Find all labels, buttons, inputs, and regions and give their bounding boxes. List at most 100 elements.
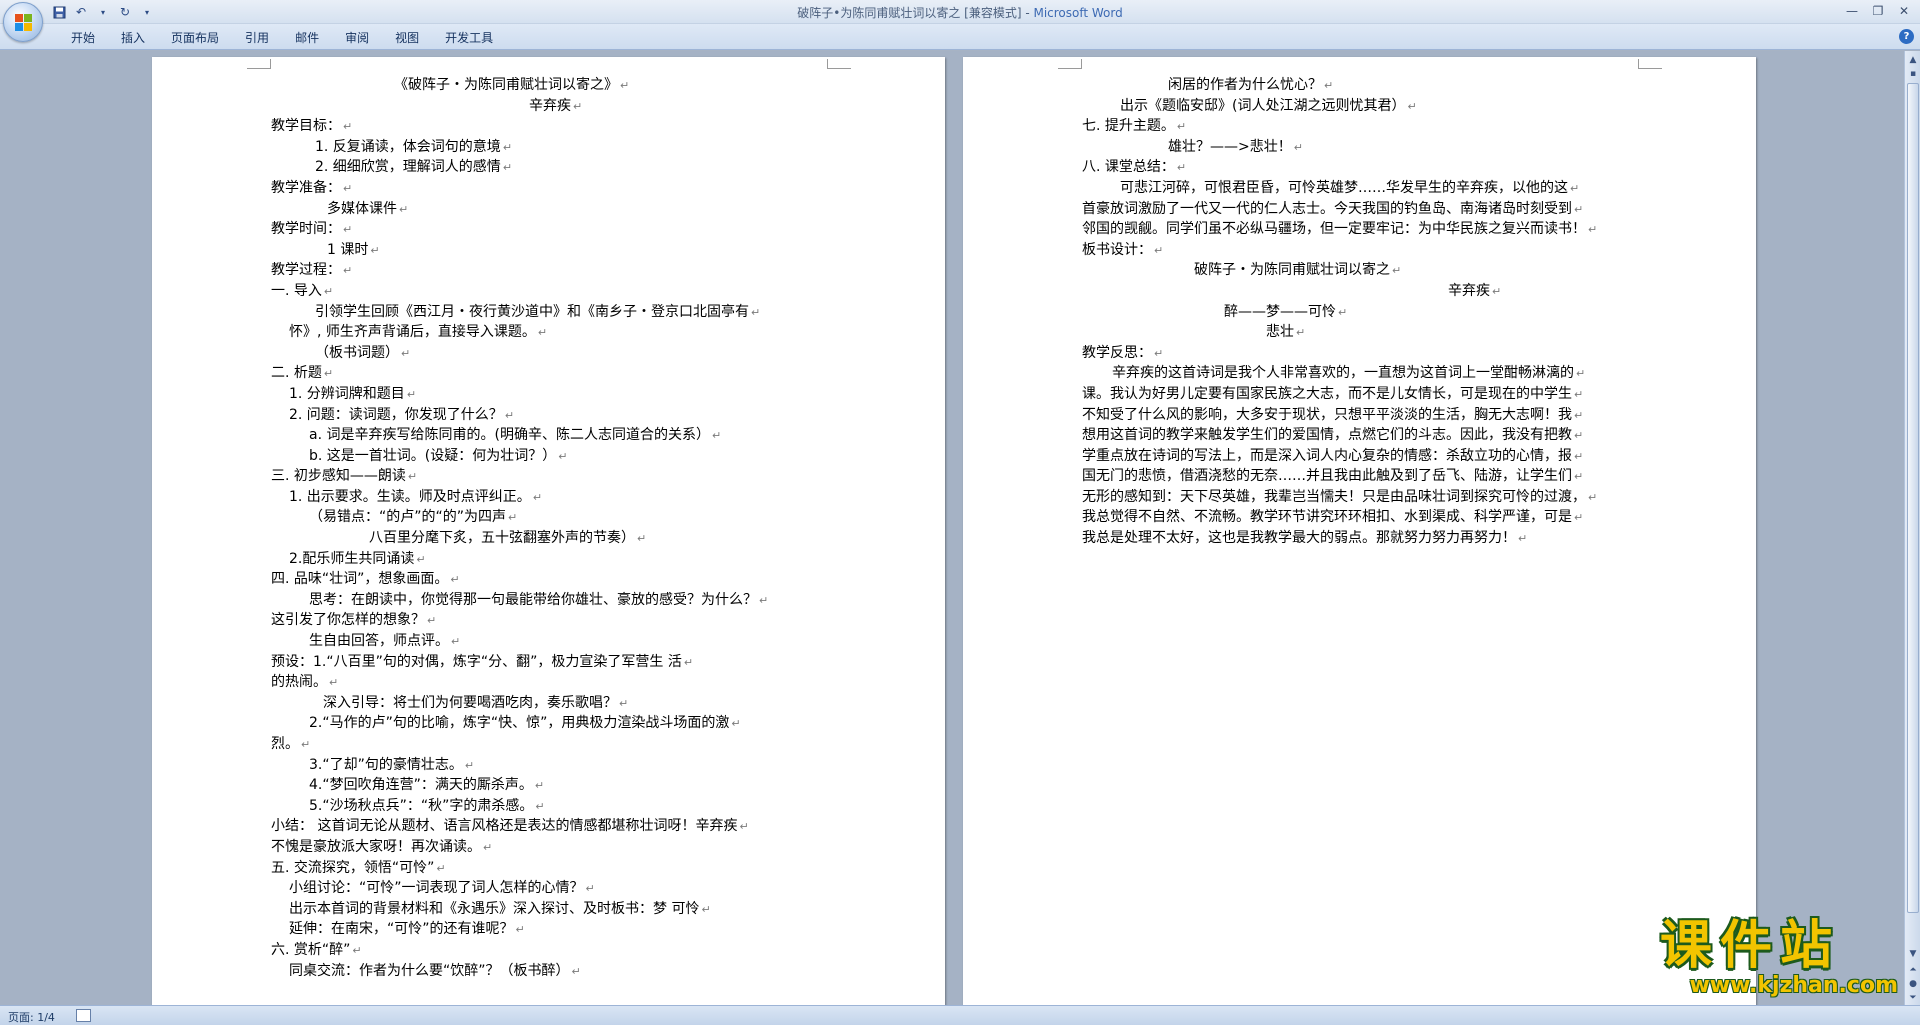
paragraph-line[interactable]: 1 课时 ↵ [271,240,827,261]
paragraph-line[interactable]: 1. 反复诵读，体会词句的意境 ↵ [271,137,827,158]
paragraph-line[interactable]: a. 词是辛弃疾写给陈同甫的。(明确辛、陈二人志同道合的关系） ↵ [271,425,827,446]
line-text: 不愧是豪放派大家呀！再次诵读。 [271,838,481,855]
paragraph-line[interactable]: 3.“了却”句的豪情壮志。 ↵ [271,755,827,776]
paragraph-line[interactable]: 引领学生回顾《西江月・夜行黄沙道中》和《南乡子・登京口北固亭有 ↵ [271,302,827,323]
paragraph-line[interactable]: b. 这是一首壮词。(设疑：何为壮词？） ↵ [271,446,827,467]
paragraph-mark-icon: ↵ [711,429,722,443]
paragraph-line[interactable]: 教学过程： ↵ [271,260,827,281]
paragraph-line[interactable]: 教学准备： ↵ [271,178,827,199]
paragraph-line[interactable]: 五. 交流探究，领悟“可怜” ↵ [271,858,827,879]
paragraph-line[interactable]: 出示本首词的背景材料和《永遇乐》深入探讨、及时板书：梦 可怜 ↵ [271,899,827,920]
paragraph-line[interactable]: 1. 出示要求。生读。师及时点评纠正。 ↵ [271,487,827,508]
page-count-status[interactable]: 页面: 1/4 [8,1009,55,1025]
paragraph-line[interactable]: 生自由回答，师点评。 ↵ [271,631,827,652]
paragraph-line[interactable]: 2. 问题：读词题，你发现了什么？ ↵ [271,405,827,426]
tab-review[interactable]: 审阅 [332,29,382,47]
tab-developer[interactable]: 开发工具 [432,29,506,47]
paragraph-line[interactable]: （易错点：“的卢”的“的”为四声 ↵ [271,507,827,528]
paragraph-line[interactable]: 闲居的作者为什么忧心？ ↵ [1082,75,1638,96]
paragraph-line[interactable]: （板书词题） ↵ [271,343,827,364]
paragraph-line[interactable]: 二. 析题 ↵ [271,363,827,384]
paragraph-line[interactable]: 预设：1.“八百里”句的对偶，炼字“分、翻”，极力宣染了军营生 活 ↵ [271,652,827,673]
paragraph-line[interactable]: 小结： 这首词无论从题材、语言风格还是表达的情感都堪称壮词呀！辛弃疾 ↵ [271,816,827,837]
paragraph-line[interactable]: 悲壮 ↵ [1082,322,1638,343]
paragraph-line[interactable]: 辛弃疾 ↵ [1082,281,1638,302]
tab-home[interactable]: 开始 [58,29,108,47]
paragraph-line[interactable]: 同桌交流：作者为什么要“饮醉”？（板书醉） ↵ [271,961,827,982]
scroll-up-icon[interactable]: ▲ [1906,53,1920,67]
paragraph-line[interactable]: 无形的感知到：天下尽英雄，我辈岂当懦夫！只是由品味壮词到探究可怜的过渡， ↵ [1082,487,1638,508]
proofing-icon[interactable] [76,1009,91,1022]
tab-view[interactable]: 视图 [382,29,432,47]
paragraph-line[interactable]: 多媒体课件 ↵ [271,199,827,220]
paragraph-line[interactable]: 七. 提升主题。 ↵ [1082,116,1638,137]
paragraph-line[interactable]: 延伸：在南宋，“可怜”的还有谁呢？ ↵ [271,919,827,940]
paragraph-mark-icon: ↵ [532,490,543,504]
line-text: 四. 品味“壮词”，想象画面。 [271,571,449,588]
paragraph-line[interactable]: 这引发了你怎样的想象？ ↵ [271,610,827,631]
scroll-down-icon[interactable]: ▼ [1906,947,1920,961]
paragraph-line[interactable]: 怀》, 师生齐声背诵后，直接导入课题。 ↵ [271,322,827,343]
paragraph-line[interactable]: 学重点放在诗词的写法上，而是深入词人内心复杂的情感：杀敌立功的心情，报 ↵ [1082,446,1638,467]
paragraph-line[interactable]: 课。我认为好男儿定要有国家民族之大志，而不是儿女情长，可是现在的中学生 ↵ [1082,384,1638,405]
paragraph-line[interactable]: 烈。 ↵ [271,734,827,755]
paragraph-line[interactable]: 不愧是豪放派大家呀！再次诵读。 ↵ [271,837,827,858]
paragraph-line[interactable]: 一. 导入 ↵ [271,281,827,302]
tab-page-layout[interactable]: 页面布局 [158,29,232,47]
select-browse-object-icon[interactable]: ● [1906,977,1920,991]
paragraph-line[interactable]: 2.“马作的卢”句的比喻，炼字“快、惊”，用典极力渲染战斗场面的激 ↵ [271,713,827,734]
paragraph-line[interactable]: 出示《题临安邸》(词人处江湖之远则忧其君） ↵ [1082,96,1638,117]
minimize-icon[interactable]: — [1840,2,1864,20]
line-text: 5.“沙场秋点兵”：“秋”字的肃杀感。 [309,797,534,814]
paragraph-line[interactable]: 1. 分辨词牌和题目 ↵ [271,384,827,405]
tab-insert[interactable]: 插入 [108,29,158,47]
paragraph-line[interactable]: 深入引导：将士们为何要喝酒吃肉，奏乐歌唱？ ↵ [271,693,827,714]
paragraph-line[interactable]: 4.“梦回吹角连营”：满天的厮杀声。 ↵ [271,775,827,796]
paragraph-line[interactable]: 2.配乐师生共同诵读 ↵ [271,549,827,570]
paragraph-line[interactable]: 八百里分麾下炙，五十弦翻塞外声的节奏） ↵ [271,528,827,549]
document-page-1[interactable]: 《破阵子・为陈同甫赋壮词以寄之》 ↵ 辛弃疾 ↵ 教学目标： ↵ 1. 反复诵读，体会词句的… [152,57,945,1005]
paragraph-line[interactable]: 不知受了什么风的影响，大多安于现状，只想平平淡淡的生活，胸无大志啊！我 ↵ [1082,405,1638,426]
paragraph-line[interactable]: 八. 课堂总结： ↵ [1082,157,1638,178]
paragraph-line[interactable]: 三. 初步感知——朗读 ↵ [271,466,827,487]
paragraph-line[interactable]: 我总是处理不太好，这也是我教学最大的弱点。那就努力努力再努力！ ↵ [1082,528,1638,549]
previous-page-icon[interactable]: ⏶ [1906,963,1920,977]
paragraph-line[interactable]: 雄壮？——>悲壮！ ↵ [1082,137,1638,158]
tab-references[interactable]: 引用 [232,29,282,47]
paragraph-line[interactable]: 教学反思： ↵ [1082,343,1638,364]
paragraph-line[interactable]: 板书设计： ↵ [1082,240,1638,261]
paragraph-line[interactable]: 想用这首词的教学来触发学生们的爱国情，点燃它们的斗志。因此，我没有把教 ↵ [1082,425,1638,446]
restore-icon[interactable]: ❐ [1866,2,1890,20]
paragraph-mark-icon: ↵ [1293,140,1303,154]
paragraph-line[interactable]: 可悲江河碎，可恨君臣昏，可怜英雄梦……华发早生的辛弃疾，以他的这 ↵ [1082,178,1638,199]
paragraph-line[interactable]: 5.“沙场秋点兵”：“秋”字的肃杀感。 ↵ [271,796,827,817]
tab-mailings[interactable]: 邮件 [282,29,332,47]
vertical-scrollbar[interactable]: ▲ ▪ ▼ ⏶ ● ⏷ [1904,51,1920,1005]
paragraph-line[interactable]: 醉——梦——可怜 ↵ [1082,302,1638,323]
close-icon[interactable]: ✕ [1892,2,1916,20]
paragraph-line[interactable]: 教学目标： ↵ [271,116,827,137]
paragraph-line[interactable]: 思考：在朗读中，你觉得那一句最能带给你雄壮、豪放的感受？为什么？ ↵ [271,590,827,611]
paragraph-line[interactable]: 首豪放词激励了一代又一代的仁人志士。今天我国的钓鱼岛、南海诸岛时刻受到 ↵ [1082,199,1638,220]
document-page-2[interactable]: 闲居的作者为什么忧心？ ↵ 出示《题临安邸》(词人处江湖之远则忧其君） ↵ 七. 提升主… [963,57,1756,1005]
paragraph-line[interactable]: 破阵子・为陈同甫赋壮词以寄之 ↵ [1082,260,1638,281]
view-ruler-icon[interactable]: ▪ [1906,67,1920,81]
office-button[interactable] [3,2,43,42]
paragraph-line[interactable]: 小组讨论：“可怜”一词表现了词人怎样的心情？ ↵ [271,878,827,899]
help-icon[interactable]: ? [1899,29,1914,44]
paragraph-line[interactable]: 教学时间： ↵ [271,219,827,240]
paragraph-line[interactable]: 2. 细细欣赏，理解词人的感情 ↵ [271,157,827,178]
paragraph-line[interactable]: 辛弃疾 ↵ [271,96,827,117]
paragraph-line[interactable]: 我总觉得不自然、不流畅。教学环节讲究环环相扣、水到渠成、科学严谨，可是 ↵ [1082,507,1638,528]
paragraph-line[interactable]: 四. 品味“壮词”，想象画面。 ↵ [271,569,827,590]
paragraph-mark-icon: ↵ [1574,387,1584,401]
paragraph-line[interactable]: 辛弃疾的这首诗词是我个人非常喜欢的，一直想为这首词上一堂酣畅淋漓的 ↵ [1082,363,1638,384]
paragraph-mark-icon: ↵ [416,552,426,566]
paragraph-line[interactable]: 邻国的觊觎。同学们虽不必纵马疆场，但一定要牢记：为中华民族之复兴而读书！ ↵ [1082,219,1638,240]
paragraph-line[interactable]: 国无门的悲愤，借酒浇愁的无奈……并且我由此触及到了岳飞、陆游，让学生们 ↵ [1082,466,1638,487]
paragraph-line[interactable]: 《破阵子・为陈同甫赋壮词以寄之》 ↵ [271,75,827,96]
scrollbar-thumb[interactable] [1907,83,1919,913]
paragraph-line[interactable]: 的热闹。 ↵ [271,672,827,693]
next-page-icon[interactable]: ⏷ [1906,991,1920,1005]
paragraph-line[interactable]: 六. 赏析“醉” ↵ [271,940,827,961]
